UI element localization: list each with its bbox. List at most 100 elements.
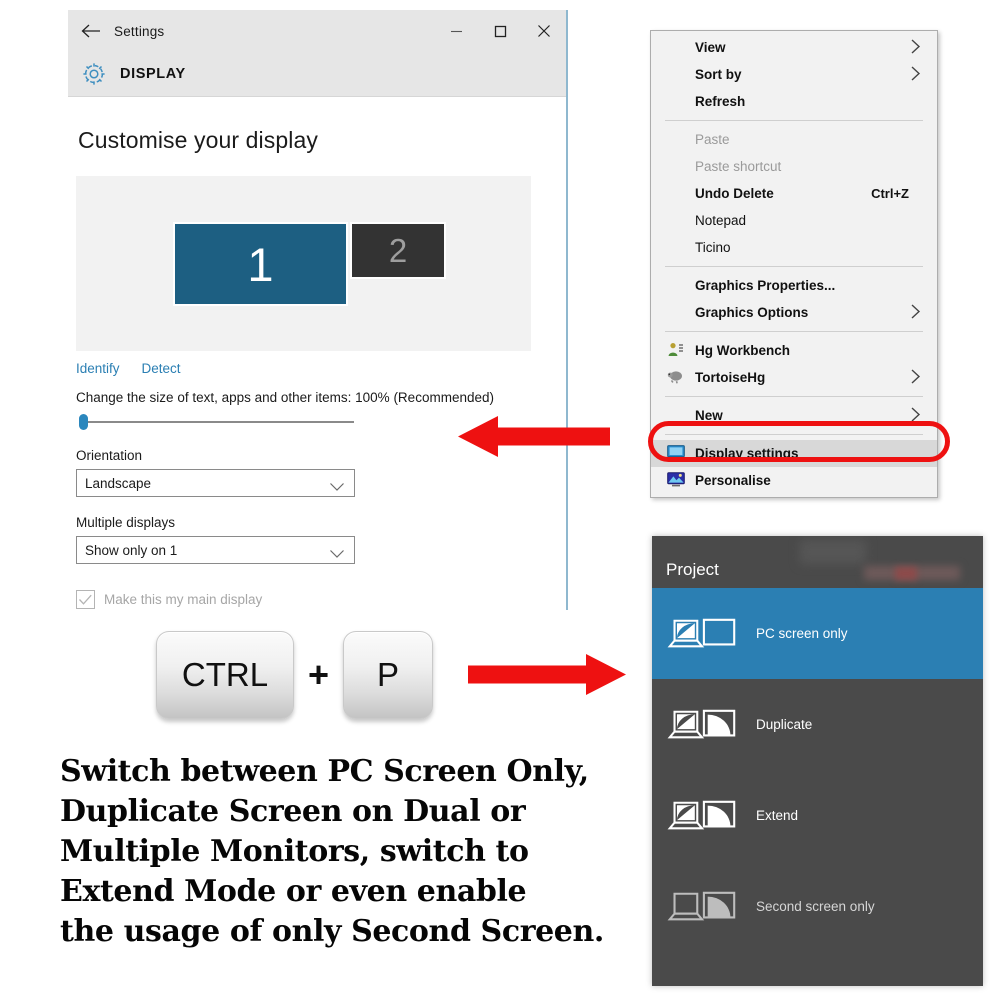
second-screen-only-icon: [666, 885, 750, 929]
caption-line-3: Multiple Monitors, switch to: [60, 834, 529, 869]
orientation-value: Landscape: [85, 475, 152, 491]
context-menu-item-personalise[interactable]: Personalise: [651, 467, 937, 494]
context-menu-item-notepad[interactable]: Notepad: [651, 207, 937, 234]
p-key: P: [343, 631, 434, 719]
main-display-checkbox-row[interactable]: Make this my main display: [76, 590, 566, 609]
display-section-label: DISPLAY: [120, 66, 186, 82]
menu-separator: [665, 120, 923, 121]
multiple-displays-label: Multiple displays: [76, 515, 176, 530]
window-controls: [434, 10, 566, 52]
chevron-right-icon: [910, 65, 921, 84]
context-menu-item-view[interactable]: View: [651, 34, 937, 61]
project-item-pc-screen-only[interactable]: PC screen only: [652, 588, 983, 679]
context-menu-item-label: Notepad: [695, 213, 747, 228]
caption-text: Switch between PC Screen Only, Duplicate…: [60, 752, 640, 952]
duplicate-icon: [666, 703, 750, 747]
chevron-right-icon: [910, 303, 921, 322]
preview-links: Identify Detect: [76, 361, 566, 376]
context-menu-item-paste: Paste: [651, 126, 937, 153]
multiple-displays-select[interactable]: Show only on 1: [76, 536, 355, 564]
project-title: Project: [666, 560, 719, 579]
context-menu-item-display-settings[interactable]: Display settings: [651, 440, 937, 467]
caption-line-2: Duplicate Screen on Dual or: [60, 794, 526, 829]
desktop-context-menu: View Sort by Refresh Paste Paste shortcut Und…: [650, 30, 938, 498]
plus-sign: +: [308, 654, 330, 695]
main-display-checkbox-label: Make this my main display: [104, 592, 263, 607]
context-menu-item-label: Ticino: [695, 240, 731, 255]
orientation-select[interactable]: Landscape: [76, 469, 355, 497]
maximize-icon[interactable]: [478, 10, 522, 52]
context-menu-item-paste-shortcut: Paste shortcut: [651, 153, 937, 180]
monitor-1[interactable]: 1: [173, 222, 348, 306]
chevron-right-icon: [910, 38, 921, 57]
multiple-displays-value: Show only on 1: [85, 542, 178, 558]
project-panel-header: Project: [652, 536, 983, 588]
context-menu-item-graphics-options[interactable]: Graphics Options: [651, 299, 937, 326]
context-menu-item-label: View: [695, 40, 726, 55]
project-item-extend[interactable]: Extend: [652, 770, 983, 861]
context-menu-item-label: Paste: [695, 132, 730, 147]
project-panel: Project PC screen only Duplicate Extend Sec…: [652, 536, 983, 986]
display-preview-area: 1 2: [76, 176, 531, 351]
context-menu-item-label: TortoiseHg: [695, 370, 766, 385]
identify-link[interactable]: Identify: [76, 361, 120, 376]
extend-icon: [666, 794, 750, 838]
monitor-2-number: 2: [388, 232, 408, 269]
context-menu-accelerator: Ctrl+Z: [871, 186, 909, 201]
context-menu-item-graphics-properties[interactable]: Graphics Properties...: [651, 272, 937, 299]
context-menu-item-refresh[interactable]: Refresh: [651, 88, 937, 115]
context-menu-item-label: Refresh: [695, 94, 746, 109]
context-menu-item-label: Display settings: [695, 446, 799, 461]
monitor-2[interactable]: 2: [350, 222, 446, 279]
context-menu-item-label: Graphics Properties...: [695, 278, 836, 293]
settings-section-header: DISPLAY: [68, 52, 566, 97]
project-item-label: Duplicate: [756, 717, 813, 732]
context-menu-item-label: Undo Delete: [695, 186, 774, 201]
project-item-label: Second screen only: [756, 899, 875, 914]
caption-line-4: Extend Mode or even enable: [60, 874, 527, 909]
context-menu-item-undo-delete[interactable]: Undo Delete Ctrl+Z: [651, 180, 937, 207]
hg-workbench-icon: [667, 341, 684, 361]
pc-screen-only-icon: [666, 612, 750, 656]
detect-link[interactable]: Detect: [142, 361, 181, 376]
red-arrow-left-icon: [458, 414, 610, 464]
red-arrow-right-icon: [468, 652, 626, 702]
main-display-checkbox[interactable]: [76, 590, 95, 609]
context-menu-item-label: Hg Workbench: [695, 343, 791, 358]
blur-artifact: [800, 540, 866, 564]
settings-titlebar: Settings: [68, 10, 566, 52]
context-menu-item-ticino[interactable]: Ticino: [651, 234, 937, 261]
context-menu-item-tortoisehg[interactable]: TortoiseHg: [651, 364, 937, 391]
context-menu-item-new[interactable]: New: [651, 402, 937, 429]
screenshot-root: Settings DISPLAY Customise your display …: [0, 0, 1000, 1000]
scale-label: Change the size of text, apps and other …: [76, 390, 494, 405]
caption-line-1: Switch between PC Screen Only,: [60, 754, 589, 789]
slider-track: [80, 421, 354, 423]
scale-slider[interactable]: [76, 414, 354, 430]
close-icon[interactable]: [522, 10, 566, 52]
context-menu-item-hg-workbench[interactable]: Hg Workbench: [651, 337, 937, 364]
context-menu-item-label: Personalise: [695, 473, 771, 488]
slider-thumb[interactable]: [79, 414, 88, 430]
minimize-icon[interactable]: [434, 10, 478, 52]
tortoisehg-icon: [667, 368, 684, 388]
back-arrow-icon[interactable]: [68, 10, 114, 52]
gear-icon: [68, 61, 120, 87]
keyboard-shortcut: CTRL + P: [156, 631, 434, 719]
context-menu-item-sort-by[interactable]: Sort by: [651, 61, 937, 88]
chevron-down-icon: [329, 479, 345, 497]
project-item-label: Extend: [756, 808, 799, 823]
personalise-icon: [667, 471, 685, 490]
project-options-list: PC screen only Duplicate Extend Second scre…: [652, 588, 983, 952]
window-title: Settings: [114, 23, 165, 39]
project-item-second-screen-only[interactable]: Second screen only: [652, 861, 983, 952]
monitor-1-number: 1: [247, 237, 274, 291]
project-item-duplicate[interactable]: Duplicate: [652, 679, 983, 770]
menu-separator: [665, 266, 923, 267]
project-item-label: PC screen only: [756, 626, 848, 641]
page-title: Customise your display: [78, 127, 318, 153]
context-menu-item-label: Sort by: [695, 67, 742, 82]
context-menu-item-label: New: [695, 408, 723, 423]
chevron-right-icon: [910, 368, 921, 387]
menu-separator: [665, 331, 923, 332]
